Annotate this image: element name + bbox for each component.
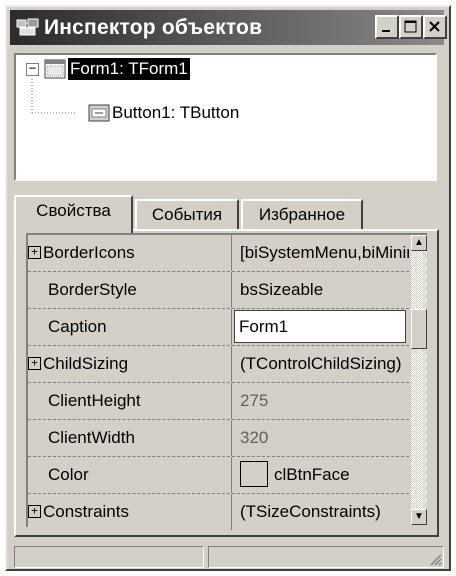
property-row-clientwidth[interactable]: ClientWidth 320 [28,420,409,457]
tree-item-button1[interactable]: Button1: TButton [112,102,239,124]
close-button[interactable] [423,15,447,39]
caption-edit-field[interactable]: Form1 [234,310,406,343]
inspector-tabs: Свойства События Избранное [14,195,437,233]
tree-collapse-toggle[interactable]: − [26,61,39,76]
minimize-button[interactable] [375,15,399,39]
window-title: Инспектор объектов [44,16,263,39]
arrow-down-icon: ▼ [414,511,424,522]
close-icon [429,21,440,32]
tab-label: Свойства [36,201,111,220]
size-grip-icon[interactable] [428,552,442,566]
property-row-caption[interactable]: Caption Form1 [28,309,409,346]
status-panel-right [208,546,444,568]
tab-label: События [151,205,223,224]
property-grid-panel: +BorderIcons [biSystemMenu,biMinimize,bi… [14,229,439,537]
property-value[interactable]: 275 [234,383,409,419]
tab-properties[interactable]: Свойства [14,195,133,233]
property-value[interactable]: clBtnFace [234,457,409,493]
scroll-up-button[interactable]: ▲ [411,235,427,251]
form-icon [44,59,66,79]
component-tree[interactable]: − Form1: TForm1 Button1: TButton [14,53,437,181]
property-value[interactable]: bsSizeable [234,272,409,308]
property-value[interactable]: [biSystemMenu,biMinimize,biMaximize] [234,235,409,271]
object-inspector-window: Инспектор объектов − Form1: TForm1 Butto… [5,5,451,571]
property-row-borderstyle[interactable]: BorderStyle bsSizeable [28,272,409,309]
expand-icon[interactable]: + [28,357,41,371]
tab-events[interactable]: События [135,199,239,229]
scrollbar-thumb[interactable] [411,309,427,349]
property-name: Color [28,457,232,493]
expand-icon[interactable]: + [28,505,41,519]
expand-icon[interactable]: + [28,246,41,260]
scroll-down-button[interactable]: ▼ [411,509,427,525]
status-bar [14,546,444,568]
arrow-up-icon: ▲ [414,237,424,248]
property-row-color[interactable]: Color clBtnFace [28,457,409,494]
property-value[interactable]: (TControlChildSizing) [234,346,409,382]
maximize-button[interactable] [399,15,423,39]
maximize-icon [404,20,417,33]
property-row-clientheight[interactable]: ClientHeight 275 [28,383,409,420]
property-row-childsizing[interactable]: + ChildSizing (TControlChildSizing) [28,346,409,383]
property-grid[interactable]: +BorderIcons [biSystemMenu,biMinimize,bi… [26,233,427,530]
collapse-icon: − [28,61,37,75]
property-name: + ChildSizing [28,346,232,382]
tab-label: Избранное [258,205,346,224]
property-name: BorderStyle [28,272,232,308]
property-name: ClientHeight [28,383,232,419]
vertical-scrollbar[interactable]: ▲ ▼ [411,235,427,525]
property-value[interactable]: 320 [234,420,409,456]
status-panel-left [14,546,204,568]
color-value-text: clBtnFace [274,465,350,484]
property-value[interactable]: (TSizeConstraints) [234,494,409,530]
color-swatch [240,460,268,487]
inspector-app-icon [16,18,39,36]
property-name: ClientWidth [28,420,232,456]
tree-item-label: Button1: TButton [112,103,240,122]
property-name: Caption [28,309,232,345]
button-icon [88,104,110,122]
title-bar[interactable]: Инспектор объектов [10,10,447,45]
property-row-constraints[interactable]: + Constraints (TSizeConstraints) [28,494,409,531]
minimize-icon [382,30,390,32]
tab-favorites[interactable]: Избранное [241,199,363,229]
property-row-bordericons[interactable]: +BorderIcons [biSystemMenu,biMinimize,bi… [28,235,409,272]
property-name: + Constraints [28,494,232,530]
caption-edit-text: Form1 [239,317,289,336]
tree-item-label: Form1: TForm1 [70,59,188,78]
property-name: + BorderIcons [28,235,232,271]
tree-item-form1[interactable]: Form1: TForm1 [68,58,190,80]
